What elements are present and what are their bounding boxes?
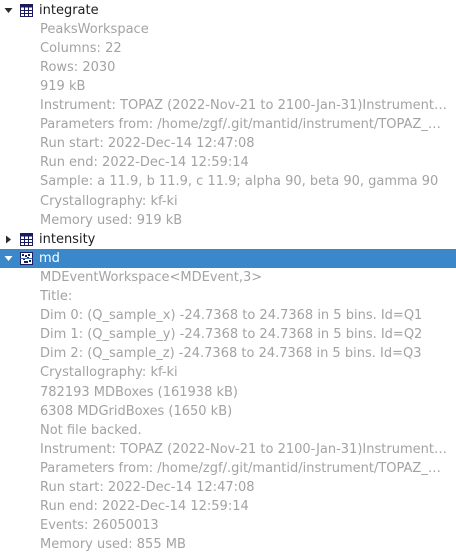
workspace-property: Rows: 2030 xyxy=(40,59,116,75)
table-icon xyxy=(20,3,33,17)
workspace-property: Memory used: 855 MB xyxy=(40,537,186,553)
expand-arrow-right-icon[interactable] xyxy=(3,230,13,249)
workspace-property: Instrument: TOPAZ (2022-Nov-21 to 2100-J… xyxy=(40,441,448,457)
workspace-name: intensity xyxy=(39,231,96,247)
workspace-property: Not file backed. xyxy=(40,422,142,438)
workspace-item-integrate[interactable]: integrate xyxy=(0,1,456,20)
workspace-property: Run end: 2022-Dec-14 12:59:14 xyxy=(40,499,249,515)
workspace-property: Run end: 2022-Dec-14 12:59:14 xyxy=(40,155,249,171)
expand-arrow-down-icon[interactable] xyxy=(3,249,13,268)
workspace-property: 919 kB xyxy=(40,78,86,94)
workspace-property: Run start: 2022-Dec-14 12:47:08 xyxy=(40,480,255,495)
workspace-item-md[interactable]: md xyxy=(0,248,456,268)
workspace-tree[interactable]: integrate PeaksWorkspace Columns: 22 Rows: … xyxy=(0,0,456,552)
expand-arrow-down-icon[interactable] xyxy=(3,1,13,20)
workspace-property: 782193 MDBoxes (161938 kB) xyxy=(40,384,239,400)
workspace-item-intensity[interactable]: intensity xyxy=(0,230,456,249)
workspace-property: 6308 MDGridBoxes (1650 kB) xyxy=(40,403,233,419)
workspace-property: Parameters from: /home/zgf/.git/mantid/i… xyxy=(40,117,448,133)
workspace-property: Columns: 22 xyxy=(40,40,122,56)
workspace-property: Parameters from: /home/zgf/.git/mantid/i… xyxy=(40,460,448,476)
workspace-property: Crystallography: kf-ki xyxy=(40,193,178,209)
workspace-property: Dim 0: (Q_sample_x) -24.7368 to 24.7368 … xyxy=(40,308,423,324)
workspace-property: Dim 2: (Q_sample_z) -24.7368 to 24.7368 … xyxy=(40,346,422,362)
workspace-property: MDEventWorkspace<MDEvent,3> xyxy=(40,269,263,285)
workspace-name: integrate xyxy=(39,2,99,18)
workspace-property: Title: xyxy=(40,289,73,304)
workspace-property: Memory used: 919 kB xyxy=(40,212,183,228)
table-icon xyxy=(20,232,33,246)
workspace-property: Sample: a 11.9, b 11.9, c 11.9; alpha 90… xyxy=(40,174,439,190)
workspace-property: Crystallography: kf-ki xyxy=(40,365,178,381)
workspace-property: Instrument: TOPAZ (2022-Nov-21 to 2100-J… xyxy=(40,98,448,113)
workspace-name: md xyxy=(39,250,60,266)
workspace-property: Run start: 2022-Dec-14 12:47:08 xyxy=(40,136,255,152)
workspace-property: Dim 1: (Q_sample_y) -24.7368 to 24.7368 … xyxy=(40,327,423,343)
workspace-property: PeaksWorkspace xyxy=(40,21,149,37)
md-event-icon xyxy=(20,251,33,265)
workspace-property: Events: 26050013 xyxy=(40,518,159,534)
